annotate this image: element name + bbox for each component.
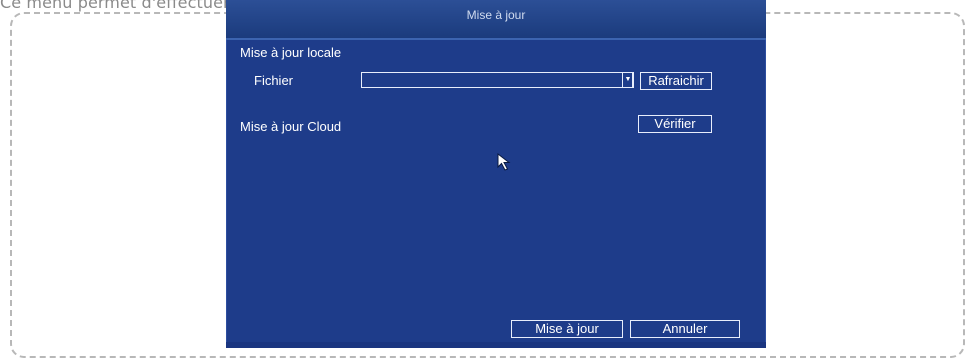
cloud-update-heading: Mise à jour Cloud: [240, 119, 342, 134]
chevron-down-icon[interactable]: ▼: [622, 72, 634, 88]
update-dialog: Mise à jour Mise à jour locale Fichier ▼…: [226, 0, 766, 348]
local-update-heading: Mise à jour locale: [240, 45, 342, 60]
check-button[interactable]: Vérifier: [638, 115, 712, 133]
refresh-button[interactable]: Rafraichir: [640, 72, 712, 90]
file-select[interactable]: [361, 72, 633, 88]
dialog-title: Mise à jour: [466, 8, 526, 22]
update-button[interactable]: Mise à jour: [511, 320, 623, 338]
file-label: Fichier: [254, 73, 294, 88]
cancel-button[interactable]: Annuler: [630, 320, 740, 338]
mouse-pointer-icon: [497, 152, 511, 171]
dialog-titlebar: Mise à jour: [226, 0, 766, 40]
